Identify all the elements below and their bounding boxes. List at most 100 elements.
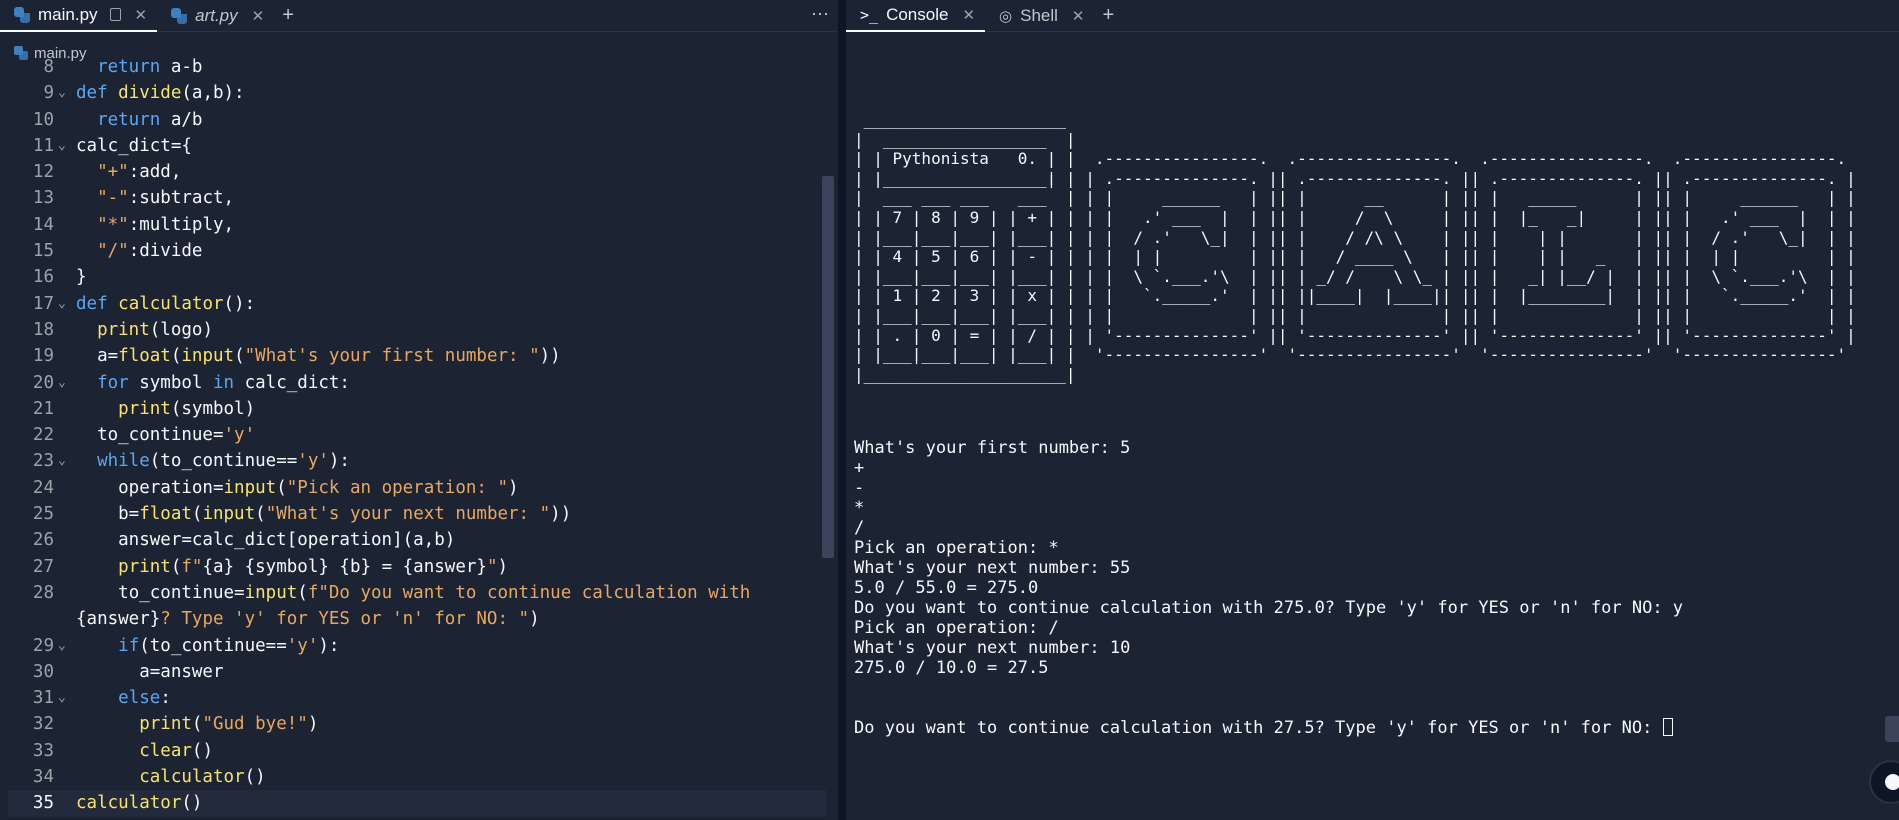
code-text: "/":divide — [97, 241, 203, 262]
code-editor[interactable]: 8 return a-b 9 ⌄ def divide(a,b): 10 return … — [8, 54, 826, 817]
output-line: 5.0 / 55.0 = 275.0 — [854, 578, 1039, 599]
code-line[interactable]: 15 "/":divide — [8, 238, 826, 264]
code-line[interactable]: 34 calculator() — [8, 764, 826, 790]
code-line[interactable]: 24 operation=input("Pick an operation: "… — [8, 475, 826, 501]
code-line[interactable]: 9 ⌄ def divide(a,b): — [8, 80, 826, 106]
line-number: 9 — [43, 83, 54, 104]
editor-pane: main.py ✕ art.py ✕ + ⋯ main.py 8 return … — [0, 0, 838, 820]
code-line[interactable]: 26 answer=calc_dict[operation](a,b) — [8, 527, 826, 553]
assistant-avatar-icon[interactable] — [1869, 760, 1899, 804]
code-line[interactable]: 30 a=answer — [8, 659, 826, 685]
output-line: + — [854, 458, 865, 479]
code-text: for symbol in calc_dict: — [97, 372, 350, 393]
code-text: def divide(a,b): — [76, 83, 245, 104]
line-number: 33 — [32, 740, 54, 761]
code-text: else: — [118, 688, 171, 709]
output-line: - — [854, 478, 865, 499]
code-text: to_continue=input(f"Do you want to conti… — [76, 582, 761, 630]
code-line[interactable]: 18 print(logo) — [8, 317, 826, 343]
code-line[interactable]: 32 print("Gud bye!") — [8, 711, 826, 737]
code-text: clear() — [139, 740, 213, 761]
code-line[interactable]: 11 ⌄ calc_dict={ — [8, 133, 826, 159]
code-line[interactable]: 14 "*":multiply, — [8, 212, 826, 238]
line-number: 14 — [32, 214, 54, 235]
output-line: / — [854, 518, 865, 539]
line-number: 20 — [32, 372, 54, 393]
code-text: print(logo) — [97, 319, 213, 340]
output-line: What's your first number: 5 — [854, 438, 1131, 459]
ascii-calc-logo: _____________________ | ________________… — [854, 110, 1856, 384]
close-icon[interactable]: ✕ — [252, 7, 265, 25]
line-number: 30 — [32, 661, 54, 682]
document-icon[interactable] — [109, 8, 121, 21]
fold-chevron-icon[interactable]: ⌄ — [58, 133, 66, 159]
code-line[interactable]: 10 return a/b — [8, 107, 826, 133]
line-number: 21 — [32, 398, 54, 419]
more-options-icon[interactable]: ⋯ — [811, 4, 830, 25]
code-text: calculator() — [139, 767, 266, 788]
code-line[interactable]: 23 ⌄ while(to_continue=='y'): — [8, 448, 826, 474]
pane-divider[interactable] — [838, 0, 846, 820]
code-text: def calculator(): — [76, 293, 256, 314]
output-line: What's your next number: 10 — [854, 638, 1131, 659]
tab-label: art.py — [195, 5, 238, 25]
code-line[interactable]: 19 a=float(input("What's your first numb… — [8, 343, 826, 369]
code-line[interactable]: 33 clear() — [8, 738, 826, 764]
code-line[interactable]: 16} — [8, 264, 826, 290]
console-input-line[interactable]: Do you want to continue calculation with… — [854, 718, 1856, 738]
console-pane: >_ Console ✕ ◎ Shell ✕ + _______________… — [846, 0, 1899, 820]
line-number: 13 — [32, 188, 54, 209]
code-text: to_continue='y' — [76, 425, 256, 446]
code-text: print(symbol) — [118, 398, 256, 419]
tab-console[interactable]: >_ Console ✕ — [846, 0, 986, 32]
line-number: 10 — [32, 109, 54, 130]
close-icon[interactable]: ✕ — [962, 6, 975, 24]
close-icon[interactable]: ✕ — [135, 6, 148, 24]
line-number: 12 — [32, 162, 54, 183]
fold-chevron-icon[interactable]: ⌄ — [58, 685, 66, 711]
code-line[interactable]: 22 to_continue='y' — [8, 422, 826, 448]
code-line[interactable]: 20 ⌄ for symbol in calc_dict: — [8, 370, 826, 396]
add-tab-button[interactable]: + — [1103, 4, 1115, 27]
line-number: 8 — [43, 57, 54, 77]
line-number: 22 — [32, 425, 54, 446]
tab-shell[interactable]: ◎ Shell ✕ — [985, 0, 1094, 32]
fold-chevron-icon[interactable]: ⌄ — [58, 370, 66, 396]
close-icon[interactable]: ✕ — [1072, 7, 1085, 25]
output-line: What's your next number: 55 — [854, 558, 1131, 579]
fold-chevron-icon[interactable]: ⌄ — [58, 291, 66, 317]
code-line[interactable]: 29 ⌄ if(to_continue=='y'): — [8, 633, 826, 659]
line-number: 24 — [32, 477, 54, 498]
code-line[interactable]: 35 calculator() — [8, 790, 826, 817]
side-panel-toggle[interactable] — [1885, 716, 1899, 742]
code-line[interactable]: 25 b=float(input("What's your next numbe… — [8, 501, 826, 527]
code-line[interactable]: 17 ⌄ def calculator(): — [8, 291, 826, 317]
tab-art-py[interactable]: art.py ✕ — [157, 0, 274, 32]
fold-chevron-icon[interactable]: ⌄ — [58, 80, 66, 106]
add-tab-button[interactable]: + — [282, 4, 294, 27]
code-line[interactable]: 21 print(symbol) — [8, 396, 826, 422]
code-line[interactable]: 27 print(f"{a} {symbol} {b} = {answer}") — [8, 554, 826, 580]
fold-chevron-icon[interactable]: ⌄ — [58, 633, 66, 659]
code-text: "-":subtract, — [97, 188, 235, 209]
line-number: 15 — [32, 241, 54, 262]
code-text: b=float(input("What's your next number: … — [76, 504, 572, 525]
console-output[interactable]: _____________________ | ________________… — [854, 70, 1856, 778]
code-text: answer=calc_dict[operation](a,b) — [76, 530, 456, 551]
shell-icon: ◎ — [999, 7, 1013, 25]
editor-scrollbar[interactable] — [822, 176, 834, 558]
line-number: 27 — [32, 556, 54, 577]
tab-main-py[interactable]: main.py ✕ — [0, 0, 158, 32]
fold-chevron-icon[interactable]: ⌄ — [58, 448, 66, 474]
code-text: a=float(input("What's your first number:… — [76, 346, 561, 367]
output-line: * — [854, 498, 865, 519]
code-line[interactable]: 12 "+":add, — [8, 159, 826, 185]
python-file-icon — [14, 6, 30, 23]
output-line: Pick an operation: * — [854, 538, 1059, 559]
code-line[interactable]: 31 ⌄ else: — [8, 685, 826, 711]
code-line[interactable]: 8 return a-b — [8, 54, 826, 80]
line-number: 31 — [32, 688, 54, 709]
code-line[interactable]: 28 to_continue=input(f"Do you want to co… — [8, 580, 826, 633]
line-number: 23 — [32, 451, 54, 472]
code-line[interactable]: 13 "-":subtract, — [8, 185, 826, 211]
